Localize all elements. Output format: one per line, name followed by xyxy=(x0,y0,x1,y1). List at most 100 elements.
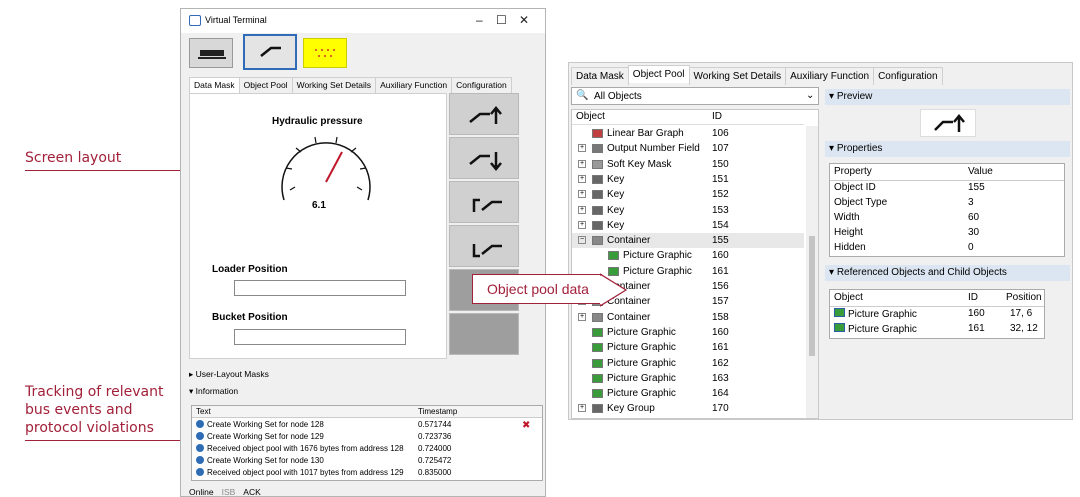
softkey-tilt-down[interactable] xyxy=(449,225,519,267)
object-pool-window: Data Mask Object Pool Working Set Detail… xyxy=(568,62,1073,420)
tab-object-pool[interactable]: Object Pool xyxy=(238,77,293,93)
tree-row[interactable]: + Key 154 xyxy=(572,218,804,233)
expand-icon[interactable]: + xyxy=(578,159,586,168)
expand-icon[interactable]: + xyxy=(578,174,586,183)
picture-graphic-icon xyxy=(592,358,603,368)
tree-row[interactable]: Picture Graphic 163 xyxy=(572,371,804,386)
expand-icon[interactable]: + xyxy=(578,312,586,321)
expand-icon[interactable]: + xyxy=(578,404,586,413)
tab-object-pool[interactable]: Object Pool xyxy=(627,65,690,83)
expand-icon[interactable]: + xyxy=(578,220,586,229)
tab-configuration[interactable]: Configuration xyxy=(451,77,512,93)
tree-row-id: 106 xyxy=(712,128,729,139)
tree-row[interactable]: − Container 155 xyxy=(572,233,804,249)
tree-row[interactable]: + Key Group 170 xyxy=(572,401,804,416)
loader-softkey-selected[interactable] xyxy=(243,34,297,70)
softkey-tilt-up[interactable] xyxy=(449,181,519,223)
picture-graphic-icon xyxy=(592,327,603,337)
maximize-button[interactable]: ☐ xyxy=(496,13,507,27)
divider xyxy=(830,306,1044,307)
tree-header-object[interactable]: Object xyxy=(576,111,605,122)
tab-working-set-details[interactable]: Working Set Details xyxy=(291,77,377,93)
op-tabbar: Data Mask Object Pool Working Set Detail… xyxy=(571,65,943,85)
tree-header: Object ID xyxy=(572,110,804,125)
tree-row[interactable]: Picture Graphic 161 xyxy=(572,340,804,355)
tree-scroll-thumb[interactable] xyxy=(809,236,815,356)
tab-configuration[interactable]: Configuration xyxy=(873,67,943,85)
tree-row-id: 170 xyxy=(712,403,729,415)
collapse-icon[interactable]: − xyxy=(578,236,586,245)
seeder-softkey[interactable] xyxy=(303,38,347,68)
preview-header[interactable]: ▾ Preview xyxy=(825,89,1070,105)
object-filter-dropdown[interactable]: 🔍 All Objects ⌄ xyxy=(571,87,819,105)
key-group-icon xyxy=(592,404,603,414)
tree-row[interactable]: Picture Graphic 164 xyxy=(572,386,804,401)
log-row[interactable]: Create Working Set for node 128 xyxy=(196,420,324,429)
tree-row-id: 150 xyxy=(712,158,729,170)
gauge-title: Hydraulic pressure xyxy=(272,116,363,127)
information-section[interactable]: ▾ Information xyxy=(189,386,238,397)
tree-row-id: 161 xyxy=(712,342,729,354)
tab-auxiliary-function[interactable]: Auxiliary Function xyxy=(375,77,453,93)
ref-position: 32, 12 xyxy=(1010,323,1038,334)
tree-row[interactable]: Picture Graphic 162 xyxy=(572,356,804,371)
properties-table: Property Value Object ID 155 Object Type 3… xyxy=(829,163,1065,257)
log-row[interactable]: Create Working Set for node 130 xyxy=(196,456,324,465)
annotation-tracking-3: protocol violations xyxy=(25,420,154,436)
tree-row[interactable]: Linear Bar Graph 106 xyxy=(572,126,804,141)
ref-row[interactable]: Picture Graphic xyxy=(834,308,917,320)
softkey-lower[interactable] xyxy=(449,137,519,179)
close-button[interactable]: ✕ xyxy=(519,13,529,27)
tree-row[interactable]: + Output Number Field 107 xyxy=(572,141,804,156)
tab-data-mask[interactable]: Data Mask xyxy=(189,77,240,93)
expand-icon[interactable]: + xyxy=(578,205,586,214)
log-row[interactable]: Create Working Set for node 129 xyxy=(196,432,324,441)
tree-header-id[interactable]: ID xyxy=(712,111,722,122)
referenced-header[interactable]: ▾ Referenced Objects and Child Objects xyxy=(825,265,1070,281)
tab-auxiliary-function[interactable]: Auxiliary Function xyxy=(785,67,875,85)
clear-log-icon[interactable]: ✖ xyxy=(522,420,530,431)
log-row[interactable]: Received object pool with 1017 bytes fro… xyxy=(196,468,404,477)
sprayer-icon xyxy=(198,50,226,59)
tree-row-id: 160 xyxy=(712,250,729,262)
preview-label: Preview xyxy=(836,91,873,102)
properties-header[interactable]: ▾ Properties xyxy=(825,141,1070,157)
picture-graphic-icon xyxy=(592,389,603,399)
tree-scrollbar[interactable] xyxy=(806,126,818,418)
tree-row[interactable]: + Container 158 xyxy=(572,310,804,325)
tree-row[interactable]: + Key 152 xyxy=(572,187,804,202)
softkey-empty-2[interactable] xyxy=(449,313,519,355)
tab-data-mask[interactable]: Data Mask xyxy=(571,67,629,85)
tab-working-set-details[interactable]: Working Set Details xyxy=(688,67,787,85)
log-row[interactable]: Received object pool with 1676 bytes fro… xyxy=(196,444,404,453)
expand-icon[interactable]: + xyxy=(578,190,586,199)
tree-row[interactable]: + Key 153 xyxy=(572,203,804,218)
tree-row[interactable]: + Key 151 xyxy=(572,172,804,187)
expand-icon[interactable]: + xyxy=(578,144,586,153)
tree-row[interactable]: Picture Graphic 160 xyxy=(572,248,804,263)
tree-row-name: Output Number Field xyxy=(607,143,700,155)
preview-image xyxy=(920,109,976,137)
picture-graphic-icon xyxy=(592,343,603,353)
prop-key: Hidden xyxy=(834,242,866,253)
container-icon xyxy=(592,312,603,322)
log-header-text[interactable]: Text xyxy=(196,407,211,416)
tree-row[interactable]: Picture Graphic 160 xyxy=(572,325,804,340)
callout-arrow-icon xyxy=(600,273,628,307)
minimize-button[interactable]: – xyxy=(476,13,483,27)
picture-graphic-icon xyxy=(608,251,619,261)
tree-row-id: 153 xyxy=(712,204,729,216)
ref-row[interactable]: Picture Graphic xyxy=(834,323,917,335)
prop-key: Height xyxy=(834,227,863,238)
sprayer-softkey[interactable] xyxy=(189,38,233,68)
user-layout-masks-section[interactable]: ▸ User-Layout Masks xyxy=(189,369,269,380)
ref-id: 161 xyxy=(968,323,985,334)
softkey-raise[interactable] xyxy=(449,93,519,135)
loader-icon xyxy=(260,46,281,57)
output-number-field-icon xyxy=(592,144,603,154)
log-header-timestamp[interactable]: Timestamp xyxy=(418,407,457,416)
ref-position: 17, 6 xyxy=(1010,308,1033,319)
prop-value: 30 xyxy=(968,227,980,238)
tree-row[interactable]: + Soft Key Mask 150 xyxy=(572,157,804,172)
tree-row-id: 107 xyxy=(712,143,729,155)
